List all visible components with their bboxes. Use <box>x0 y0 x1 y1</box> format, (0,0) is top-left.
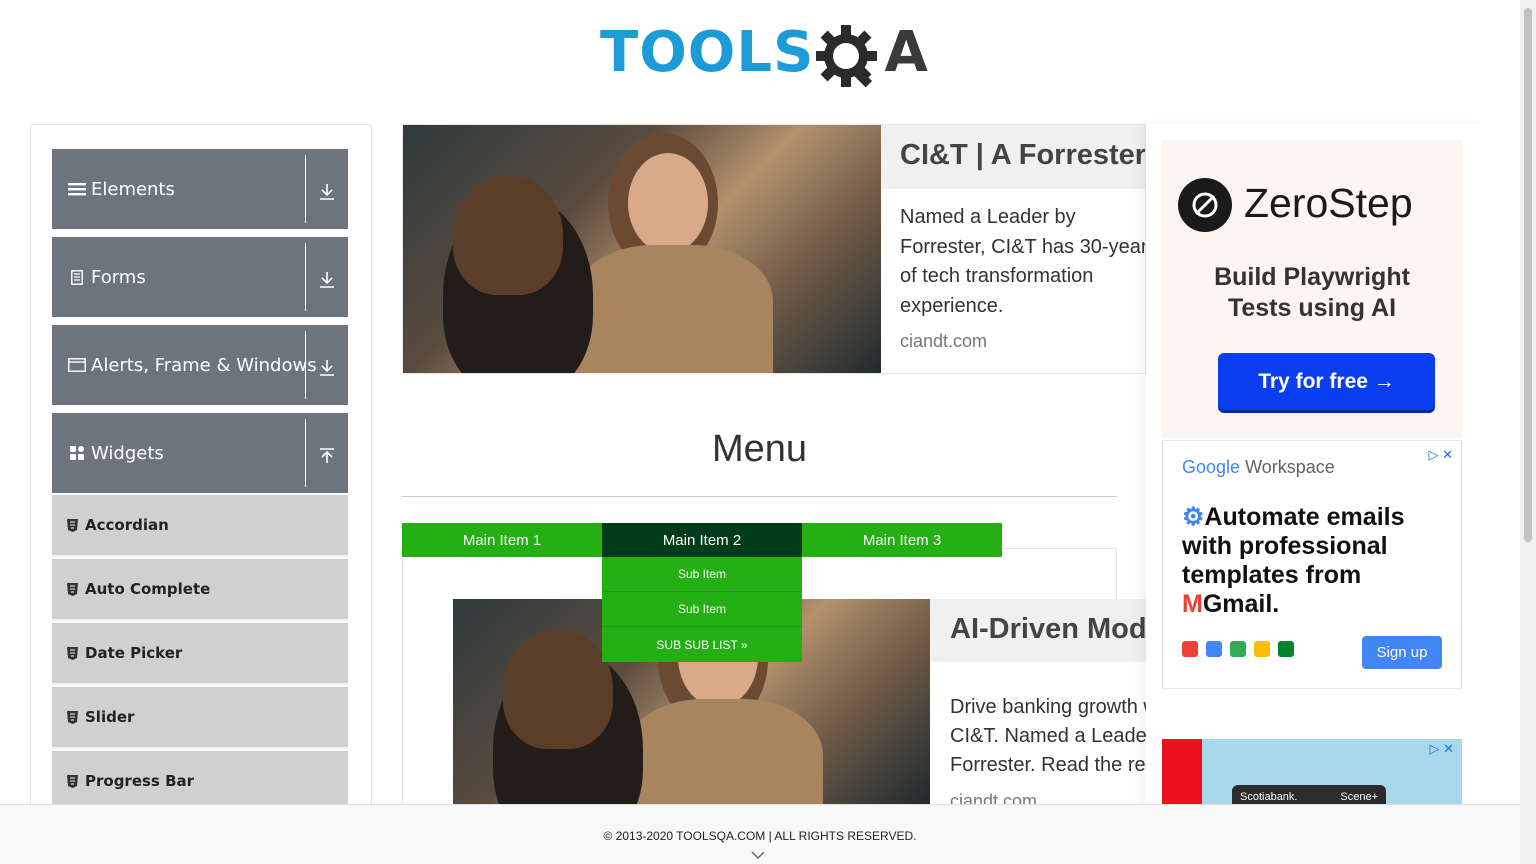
divider <box>402 496 1117 497</box>
html5-icon <box>66 774 78 788</box>
ad-domain[interactable]: ciandt.com <box>950 791 1037 804</box>
toolsqa-logo[interactable]: TOOLS A <box>600 16 928 90</box>
logo-text: TOOLS <box>600 20 815 85</box>
ad-choices-close-icon[interactable]: ▷ ✕ <box>1428 447 1453 463</box>
download-arrow-icon[interactable] <box>314 179 340 205</box>
html5-icon <box>66 710 78 724</box>
meet-icon <box>1278 641 1294 657</box>
window-icon <box>68 356 86 374</box>
zerostep-tagline-line: Tests using AI <box>1227 294 1397 322</box>
zerostep-brand: ZeroStep <box>1244 180 1413 226</box>
zerostep-logo-icon <box>1178 178 1232 232</box>
ad-description-line: Drive banking growth with <box>950 696 1146 718</box>
gmail-icon <box>1182 641 1198 657</box>
divider <box>305 331 306 399</box>
hamburger-icon <box>68 180 86 198</box>
footer: © 2013-2020 TOOLSQA.COM | ALL RIGHTS RES… <box>0 804 1520 864</box>
gmail-icon: M <box>1182 590 1203 618</box>
drive-icon <box>1230 641 1246 657</box>
sidebar-group-label: Forms <box>91 266 146 288</box>
right-ad-column: ZeroStep Build Playwright Tests using AI… <box>1146 124 1488 804</box>
sidebar-item-slider[interactable]: Slider <box>52 687 348 749</box>
sidebar-item-auto-complete[interactable]: Auto Complete <box>52 559 348 621</box>
sidebar-group-widgets[interactable]: Widgets <box>52 413 348 493</box>
grid-icon <box>68 444 86 462</box>
html5-icon <box>66 518 78 532</box>
workspace-text: Workspace <box>1245 457 1335 477</box>
ad-domain[interactable]: ciandt.com <box>900 331 987 352</box>
sign-up-button[interactable]: Sign up <box>1362 636 1442 669</box>
divider <box>305 243 306 311</box>
scrollbar-thumb[interactable] <box>1524 8 1532 542</box>
divider <box>305 155 306 223</box>
ad-google-workspace[interactable]: Google Workspace ▷ ✕ ⚙Automate emails wi… <box>1162 440 1462 689</box>
nav-main-item-2[interactable]: Main Item 2 <box>602 523 802 557</box>
dropdown-sub-item-1[interactable]: Sub Item <box>602 557 802 592</box>
sidebar-group-label: Elements <box>91 178 175 200</box>
headline-line: with professional <box>1182 532 1388 560</box>
download-arrow-icon[interactable] <box>314 267 340 293</box>
sidebar-group-label: Widgets <box>91 442 164 464</box>
sidebar-item-label: Date Picker <box>85 644 183 662</box>
divider <box>305 419 306 487</box>
sidebar-item-label: Slider <box>85 708 135 726</box>
card-brand-text: Scotiabank. <box>1240 791 1298 803</box>
upload-arrow-icon[interactable] <box>314 443 340 469</box>
left-sidebar: Elements Forms Alerts, Frame & Windows W… <box>30 124 372 824</box>
nav-main-item-1[interactable]: Main Item 1 <box>402 523 602 557</box>
zerostep-tagline-line: Build Playwright <box>1214 263 1410 291</box>
calendar-icon <box>1206 641 1222 657</box>
nav-main-item-3[interactable]: Main Item 3 <box>802 523 1002 557</box>
ad-description-line: Forrester. Read the report. <box>950 754 1146 776</box>
card-scene-text: Scene+ <box>1340 791 1378 803</box>
ad-title[interactable]: AI-Driven Modernization <box>950 613 1146 646</box>
ad-zerostep[interactable]: ZeroStep Build Playwright Tests using AI… <box>1162 140 1462 438</box>
headline-line: MGmail. <box>1182 590 1280 618</box>
google-workspace-headline: ⚙Automate emails with professional templ… <box>1182 503 1452 619</box>
sidebar-group-elements[interactable]: Elements <box>52 149 348 229</box>
page-title: Menu <box>711 428 808 470</box>
ad-banner-ciandt[interactable]: CI&T | A Forrester Named a Leader by For… <box>402 124 1146 374</box>
footer-copyright: © 2013-2020 TOOLSQA.COM | ALL RIGHTS RES… <box>603 829 917 843</box>
dropdown-sub-sub-list[interactable]: SUB SUB LIST » <box>602 627 802 662</box>
logo-a-letter: A <box>884 20 928 85</box>
sidebar-item-label: Progress Bar <box>85 772 195 790</box>
html5-icon <box>66 646 78 660</box>
page-scrollbar[interactable] <box>1520 0 1536 864</box>
html5-icon <box>66 582 78 596</box>
headline-line: templates from <box>1182 561 1362 589</box>
ad-scotiabank[interactable]: ▷ ✕ Scotiabank. Scene+ <box>1162 739 1462 804</box>
sidebar-item-label: Auto Complete <box>85 580 211 598</box>
zerostep-tagline: Build Playwright Tests using AI <box>1162 262 1462 324</box>
scotiabank-logo-icon <box>1162 739 1202 804</box>
scotia-card: Scotiabank. Scene+ <box>1232 785 1386 804</box>
sidebar-item-accordian[interactable]: Accordian <box>52 495 348 557</box>
sidebar-group-label: Alerts, Frame & Windows <box>91 354 317 376</box>
ad-photo <box>403 125 881 373</box>
chevron-down-icon[interactable] <box>750 849 766 863</box>
download-arrow-icon[interactable] <box>314 355 340 381</box>
docs-icon <box>1254 641 1270 657</box>
google-logo-text: Google <box>1182 457 1241 477</box>
ad-description: Drive banking growth with CI&T. Named a … <box>950 693 1146 780</box>
gear-icon: ⚙ <box>1182 503 1205 531</box>
sidebar-item-label: Accordian <box>85 516 169 534</box>
sidebar-group-forms[interactable]: Forms <box>52 237 348 317</box>
ad-description: Named a Leader by Forrester, CI&T has 30… <box>900 206 1146 317</box>
gear-magnifier-icon <box>815 20 882 88</box>
google-workspace-brand: Google Workspace <box>1182 457 1335 478</box>
nav-dropdown: Sub Item Sub Item SUB SUB LIST » <box>602 557 802 662</box>
ad-description-line: CI&T. Named a Leader by <box>950 725 1146 747</box>
sidebar-item-date-picker[interactable]: Date Picker <box>52 623 348 685</box>
headline-line: ⚙Automate emails <box>1182 503 1405 531</box>
ad-title[interactable]: CI&T | A Forrester <box>900 139 1145 172</box>
google-apps-icons <box>1182 641 1294 657</box>
try-for-free-button[interactable]: Try for free → <box>1218 353 1435 410</box>
document-icon <box>68 268 86 286</box>
main-nav: Main Item 1 Main Item 2 Main Item 3 <box>402 523 1002 557</box>
ad-choices-close-icon[interactable]: ▷ ✕ <box>1429 741 1454 757</box>
dropdown-sub-item-2[interactable]: Sub Item <box>602 592 802 627</box>
sidebar-group-alerts[interactable]: Alerts, Frame & Windows <box>52 325 348 405</box>
